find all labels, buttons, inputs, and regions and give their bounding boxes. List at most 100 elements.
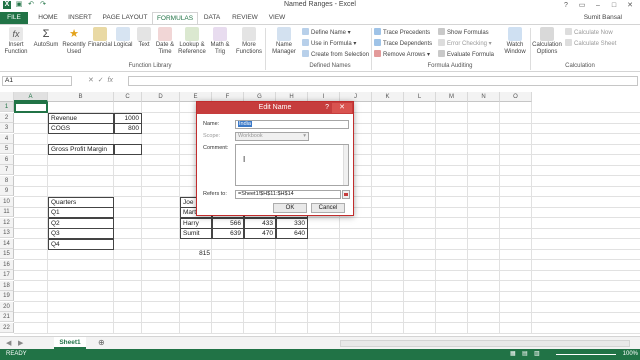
cell-h12[interactable]: 330	[276, 217, 308, 229]
cell-b12[interactable]: Q2	[48, 217, 114, 229]
row-header-8[interactable]: 8	[0, 175, 14, 186]
name-manager-button[interactable]: Name Manager	[268, 27, 300, 56]
row-header-4[interactable]: 4	[0, 133, 14, 144]
cell-b14[interactable]: Q4	[48, 238, 114, 250]
name-box[interactable]: A1	[2, 76, 72, 86]
cell-b13[interactable]: Q3	[48, 228, 114, 239]
calculation-options-button[interactable]: Calculation Options	[532, 27, 562, 56]
trace-dependents-button[interactable]: Trace Dependents	[374, 39, 432, 49]
calculate-now-button[interactable]: Calculate Now	[565, 28, 613, 38]
cell-b3[interactable]: COGS	[48, 123, 114, 134]
row-header-21[interactable]: 21	[0, 312, 14, 322]
cell-c3[interactable]: 800	[114, 123, 142, 134]
error-checking-button[interactable]: Error Checking ▾	[438, 39, 492, 49]
column-header-m[interactable]: M	[436, 92, 468, 102]
text-button[interactable]: Text	[136, 27, 152, 49]
row-header-6[interactable]: 6	[0, 154, 14, 165]
comment-scrollbar[interactable]	[343, 145, 348, 185]
row-header-2[interactable]: 2	[0, 112, 14, 123]
cell-e15[interactable]: 815	[180, 249, 212, 260]
date-time-button[interactable]: Date & Time	[154, 27, 176, 56]
row-header-16[interactable]: 16	[0, 259, 14, 270]
view-layout-icon[interactable]: ▤	[522, 349, 528, 360]
cell-b5[interactable]: Gross Profit Margin	[48, 144, 114, 155]
column-header-a[interactable]: A	[14, 92, 48, 102]
tab-formulas[interactable]: FORMULAS	[152, 12, 198, 24]
create-from-selection-button[interactable]: Create from Selection	[302, 50, 369, 60]
logical-button[interactable]: Logical	[112, 27, 134, 49]
tab-data[interactable]: DATA	[200, 12, 224, 24]
tab-review[interactable]: REVIEW	[228, 12, 262, 24]
autosum-button[interactable]: Σ AutoSum	[32, 27, 60, 49]
column-header-l[interactable]: L	[404, 92, 436, 102]
tab-view[interactable]: VIEW	[264, 12, 290, 24]
row-header-14[interactable]: 14	[0, 238, 14, 249]
remove-arrows-button[interactable]: Remove Arrows ▾	[374, 50, 430, 60]
maximize-icon[interactable]: □	[606, 0, 622, 11]
column-header-b[interactable]: B	[48, 92, 114, 102]
column-header-n[interactable]: N	[468, 92, 500, 102]
cell-b2[interactable]: Revenue	[48, 112, 114, 124]
row-header-10[interactable]: 10	[0, 196, 14, 207]
show-formulas-button[interactable]: Show Formulas	[438, 28, 489, 38]
row-header-15[interactable]: 15	[0, 249, 14, 259]
column-header-d[interactable]: D	[142, 92, 180, 102]
name-field[interactable]: India	[235, 120, 349, 129]
cell-f13[interactable]: 639	[212, 228, 244, 239]
view-normal-icon[interactable]: ▦	[510, 349, 516, 360]
row-header-1[interactable]: 1	[0, 102, 14, 112]
use-in-formula-button[interactable]: Use in Formula ▾	[302, 39, 356, 49]
minimize-icon[interactable]: –	[590, 0, 606, 11]
cell-b10[interactable]: Quarters	[48, 196, 114, 208]
active-cell-a1[interactable]	[14, 102, 48, 113]
insert-function-button[interactable]: fx Insert Function	[2, 27, 30, 56]
row-header-5[interactable]: 5	[0, 144, 14, 154]
financial-button[interactable]: Financial	[88, 27, 112, 49]
cell-b11[interactable]: Q1	[48, 207, 114, 218]
add-sheet-icon[interactable]: ⊕	[98, 338, 105, 347]
math-trig-button[interactable]: Math & Trig	[208, 27, 232, 56]
calculate-sheet-button[interactable]: Calculate Sheet	[565, 39, 616, 49]
evaluate-formula-button[interactable]: Evaluate Formula	[438, 50, 494, 60]
cell-c2[interactable]: 1000	[114, 112, 142, 124]
cell-e12[interactable]: Harry	[180, 217, 212, 229]
ok-button[interactable]: OK	[273, 203, 307, 213]
column-header-o[interactable]: O	[500, 92, 532, 102]
collapse-dialog-icon[interactable]	[342, 190, 350, 199]
more-functions-button[interactable]: More Functions	[236, 27, 262, 56]
row-header-22[interactable]: 22	[0, 322, 14, 333]
row-header-13[interactable]: 13	[0, 228, 14, 238]
cell-h13[interactable]: 640	[276, 228, 308, 239]
close-icon[interactable]: ✕	[622, 0, 638, 11]
cell-c5[interactable]	[114, 144, 142, 155]
cell-g12[interactable]: 433	[244, 217, 276, 229]
cancel-button[interactable]: Cancel	[311, 203, 345, 213]
row-header-17[interactable]: 17	[0, 270, 14, 280]
refers-to-field[interactable]: =Sheet1!$H$11:$H$14	[235, 190, 341, 199]
row-header-18[interactable]: 18	[0, 280, 14, 291]
tab-page-layout[interactable]: PAGE LAYOUT	[100, 12, 150, 24]
trace-precedents-button[interactable]: Trace Precedents	[374, 28, 430, 38]
scroll-right-icon[interactable]: ▶	[18, 339, 23, 347]
cell-e13[interactable]: Sumit	[180, 228, 212, 239]
sheet-tab-sheet1[interactable]: Sheet1	[54, 337, 86, 349]
ribbon-display-icon[interactable]: ▭	[574, 0, 590, 11]
horizontal-scrollbar[interactable]	[340, 340, 630, 347]
row-header-20[interactable]: 20	[0, 301, 14, 312]
formula-input[interactable]	[128, 76, 638, 86]
cancel-entry-icon[interactable]: ✕	[88, 77, 94, 84]
column-header-k[interactable]: K	[372, 92, 404, 102]
dialog-close-button[interactable]: ✕	[332, 103, 352, 113]
tab-file[interactable]: FILE	[0, 12, 28, 24]
row-header-3[interactable]: 3	[0, 123, 14, 133]
fx-icon[interactable]: fx	[108, 77, 113, 84]
zoom-level[interactable]: 100%	[623, 349, 638, 360]
row-header-7[interactable]: 7	[0, 165, 14, 175]
confirm-entry-icon[interactable]: ✓	[98, 77, 104, 84]
help-icon[interactable]: ?	[558, 0, 574, 11]
lookup-reference-button[interactable]: Lookup & Reference	[177, 27, 207, 56]
cell-f12[interactable]: 566	[212, 217, 244, 229]
comment-textarea[interactable]: I	[235, 144, 349, 186]
select-all-corner[interactable]	[0, 92, 14, 102]
view-pagebreak-icon[interactable]: ▥	[534, 349, 540, 360]
